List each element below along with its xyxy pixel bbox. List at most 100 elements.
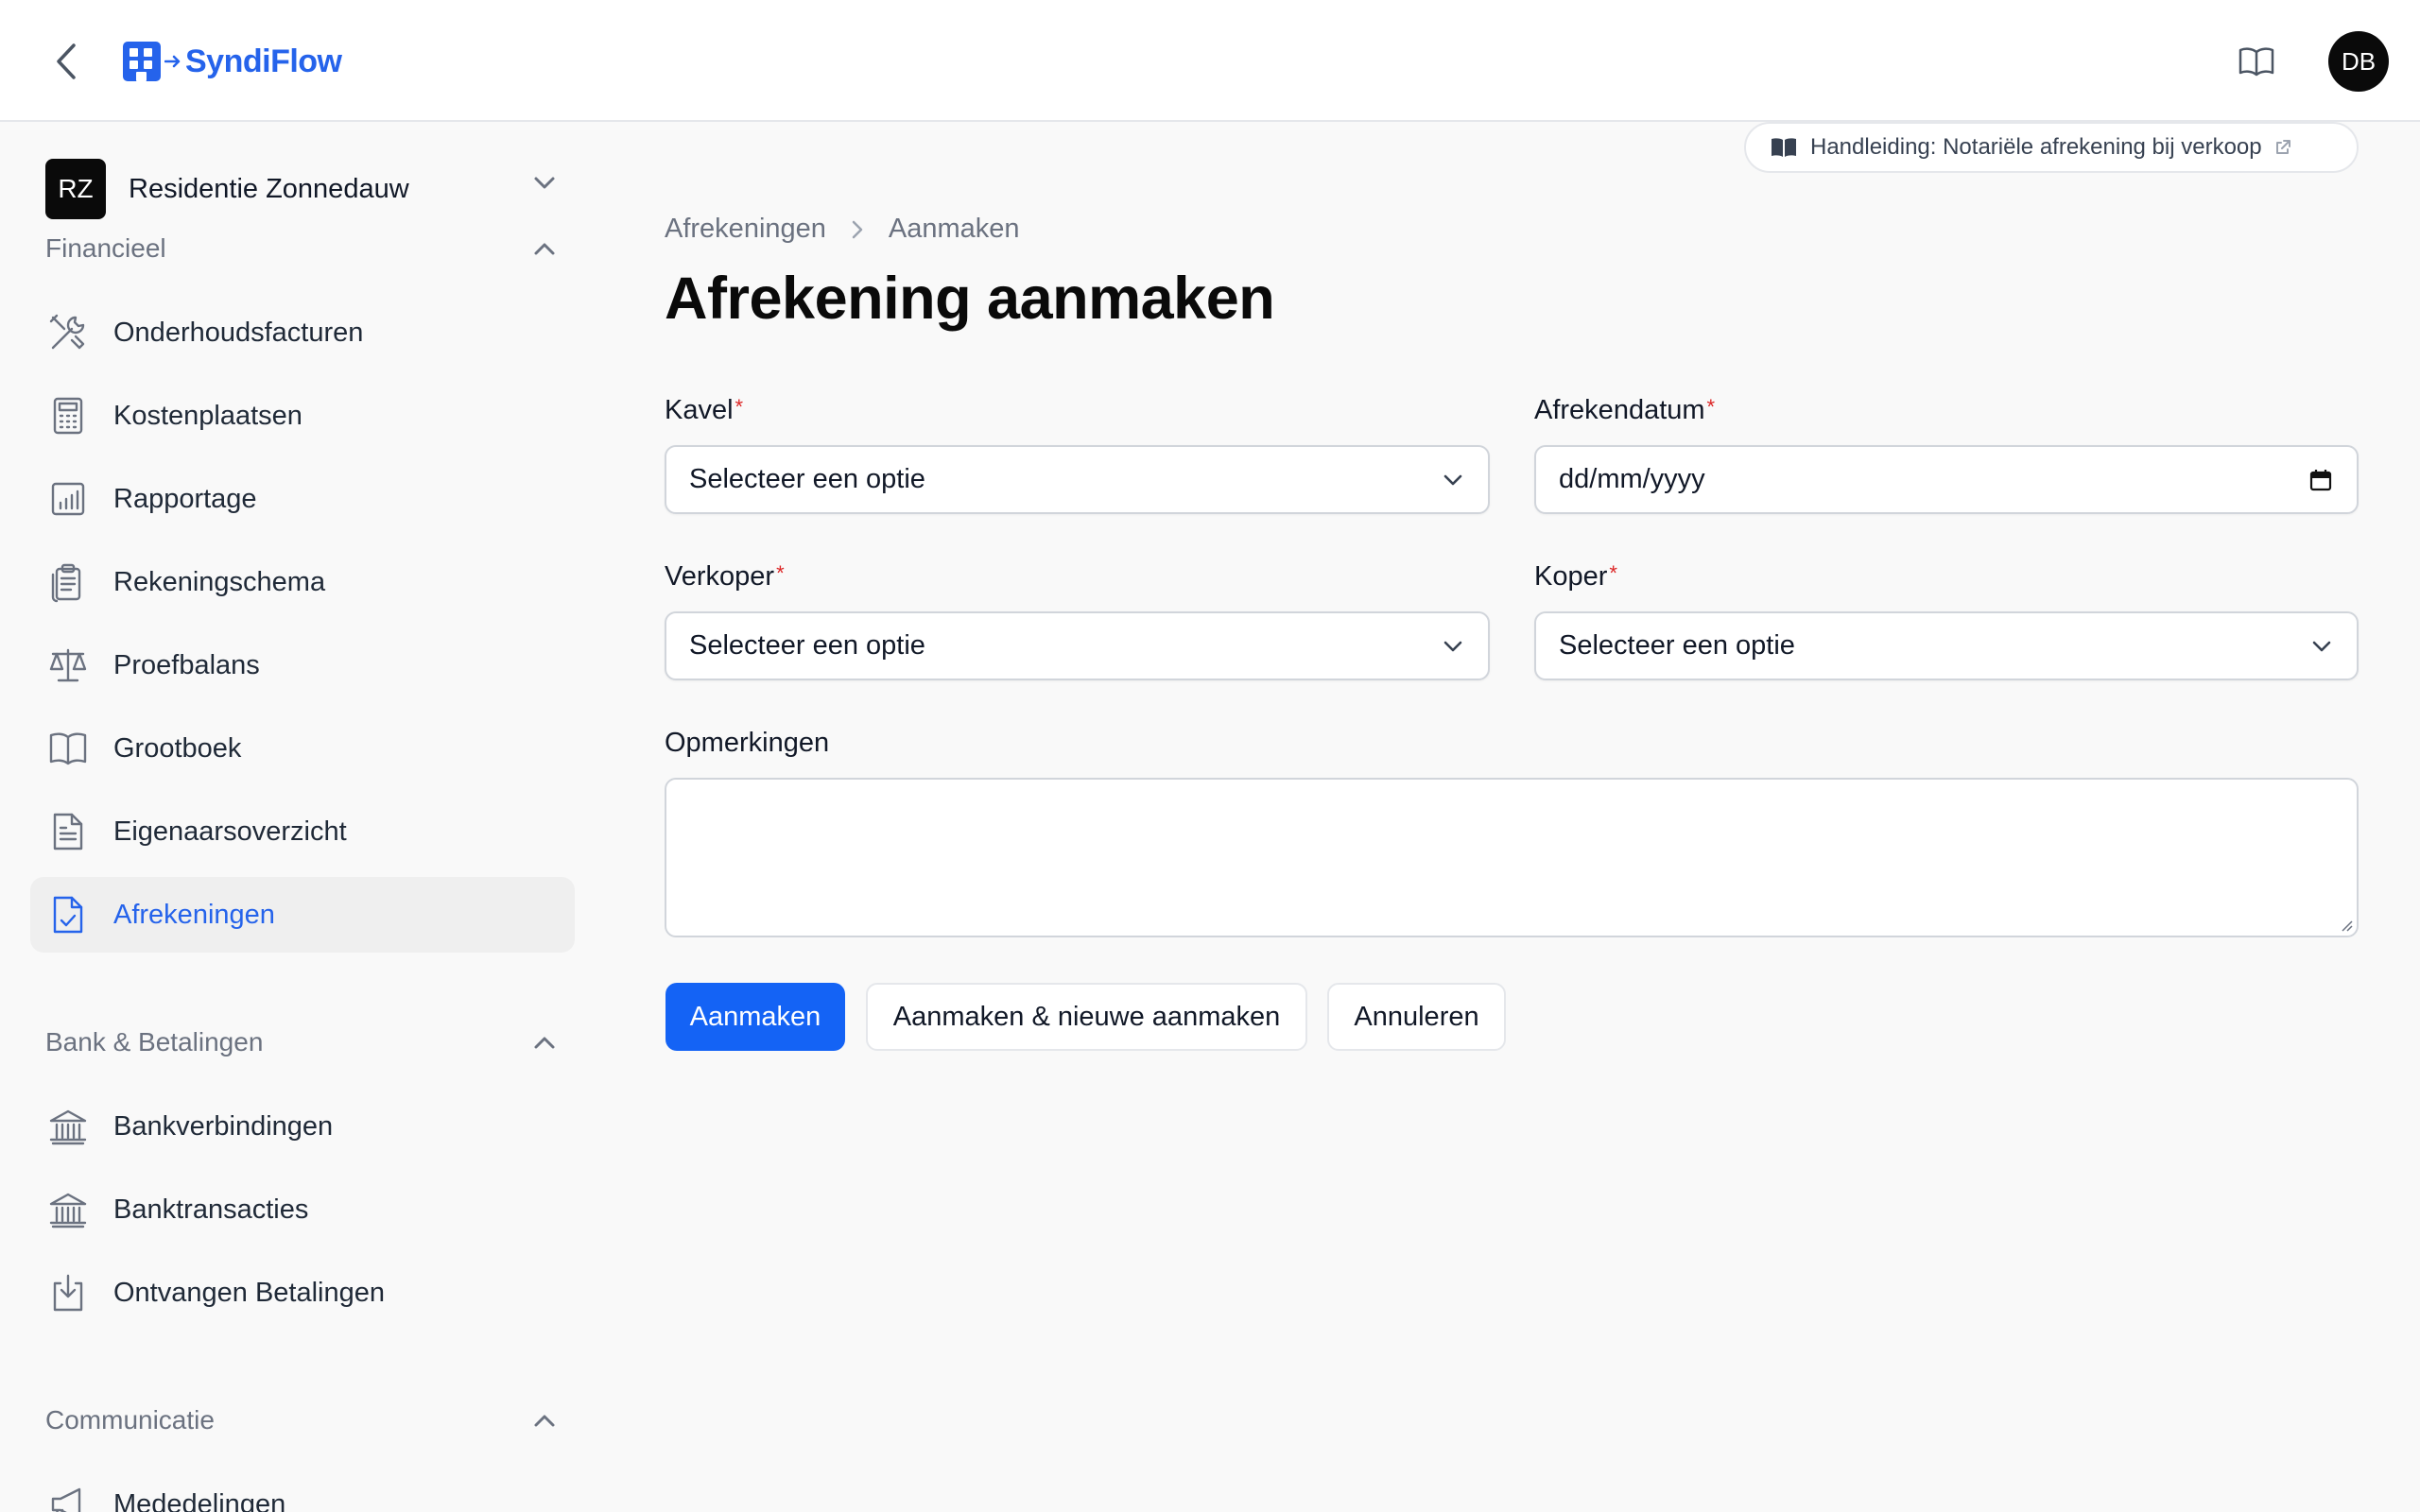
required-marker: * <box>735 395 744 419</box>
user-avatar[interactable]: DB <box>2328 31 2389 92</box>
chevron-down-icon <box>2312 641 2331 651</box>
cancel-button[interactable]: Annuleren <box>1327 983 1506 1051</box>
verkoper-label: Verkoper* <box>665 561 785 593</box>
tenant-badge: RZ <box>45 159 106 219</box>
tenant-switcher[interactable]: RZ Residentie Zonnedauw <box>45 159 556 219</box>
breadcrumb-current: Aanmaken <box>888 214 1020 244</box>
external-link-icon <box>2275 140 2290 154</box>
app-logo[interactable]: SyndiFlow <box>123 42 342 81</box>
calendar-button[interactable] <box>2309 469 2332 491</box>
calculator-icon <box>47 395 89 437</box>
sidebar-item-label: Banktransacties <box>113 1194 309 1225</box>
sidebar-item-banktransacties[interactable]: Banktransacties <box>30 1172 575 1247</box>
nav-group-label: Communicatie <box>45 1405 215 1435</box>
verkoper-select-value: Selecteer een optie <box>689 630 925 661</box>
create-and-new-button[interactable]: Aanmaken & nieuwe aanmaken <box>866 983 1307 1051</box>
calendar-icon <box>2309 469 2332 490</box>
breadcrumb-parent-link[interactable]: Afrekeningen <box>665 214 826 245</box>
document-icon <box>47 811 89 852</box>
koper-select[interactable]: Selecteer een optie <box>1534 611 2359 680</box>
koper-label-text: Koper <box>1534 561 1608 592</box>
create-button[interactable]: Aanmaken <box>666 983 845 1051</box>
sidebar-item-label: Ontvangen Betalingen <box>113 1277 385 1308</box>
afrekendatum-input[interactable]: dd/mm/yyyy <box>1534 445 2359 514</box>
bank-icon <box>47 1106 89 1147</box>
sidebar-item-proefbalans[interactable]: Proefbalans <box>30 627 575 703</box>
tools-icon <box>47 312 89 353</box>
book-icon <box>1772 138 1796 157</box>
sidebar-item-label: Onderhoudsfacturen <box>113 317 364 348</box>
bank-icon <box>47 1189 89 1230</box>
arrow-right-icon <box>164 55 181 68</box>
sidebar-item-mededelingen[interactable]: Mededelingen <box>30 1467 575 1512</box>
document-check-icon <box>47 894 89 936</box>
required-marker: * <box>1706 395 1716 419</box>
sidebar-item-bankverbindingen[interactable]: Bankverbindingen <box>30 1089 575 1164</box>
megaphone-icon <box>47 1484 89 1512</box>
sidebar-item-label: Kostenplaatsen <box>113 400 302 431</box>
sidebar-item-eigenaarsoverzicht[interactable]: Eigenaarsoverzicht <box>30 794 575 869</box>
sidebar-item-rekeningschema[interactable]: Rekeningschema <box>30 544 575 620</box>
nav-group-label: Bank & Betalingen <box>45 1027 264 1057</box>
afrekendatum-label: Afrekendatum* <box>1534 395 1715 426</box>
book-open-icon <box>47 728 89 769</box>
sidebar-item-grootboek[interactable]: Grootboek <box>30 711 575 786</box>
clipboard-icon <box>47 561 89 603</box>
sidebar-item-label: Grootboek <box>113 732 242 764</box>
sidebar-item-onderhoudsfacturen[interactable]: Onderhoudsfacturen <box>30 295 575 370</box>
koper-select-value: Selecteer een optie <box>1559 630 1795 661</box>
verkoper-select[interactable]: Selecteer een optie <box>665 611 1490 680</box>
brand-name: SyndiFlow <box>185 43 342 79</box>
sidebar-item-label: Proefbalans <box>113 649 260 680</box>
nav-group-communicatie[interactable]: Communicatie <box>45 1401 556 1439</box>
chevron-up-icon <box>534 1037 555 1049</box>
download-icon <box>47 1272 89 1314</box>
tenant-name: Residentie Zonnedauw <box>129 173 409 204</box>
guide-link[interactable]: Handleiding: Notariële afrekening bij ve… <box>1744 122 2359 173</box>
nav-group-financieel[interactable]: Financieel <box>45 230 556 267</box>
opmerkingen-textarea[interactable] <box>665 778 2359 937</box>
afrekendatum-value: dd/mm/yyyy <box>1559 464 1705 494</box>
sidebar-item-label: Mededelingen <box>113 1488 286 1512</box>
koper-label: Koper* <box>1534 561 1617 593</box>
guide-label: Handleiding: Notariële afrekening bij ve… <box>1810 134 2262 160</box>
back-button[interactable] <box>47 40 85 83</box>
documentation-button[interactable] <box>2237 42 2276 81</box>
page-title: Afrekening aanmaken <box>665 266 1275 332</box>
sidebar-item-rapportage[interactable]: Rapportage <box>30 461 575 537</box>
afrekendatum-label-text: Afrekendatum <box>1534 395 1705 425</box>
top-bar: SyndiFlow DB <box>0 0 2420 122</box>
chevron-left-icon <box>57 43 76 79</box>
nav-group-bank-betalingen[interactable]: Bank & Betalingen <box>45 1023 556 1061</box>
sidebar-item-kostenplaatsen[interactable]: Kostenplaatsen <box>30 378 575 454</box>
sidebar-item-label: Bankverbindingen <box>113 1110 334 1142</box>
required-marker: * <box>1609 561 1617 585</box>
chevron-down-icon <box>1443 474 1462 485</box>
scale-icon <box>47 644 89 686</box>
sidebar: RZ Residentie Zonnedauw Financieel Onder… <box>0 124 605 1512</box>
sidebar-item-ontvangen-betalingen[interactable]: Ontvangen Betalingen <box>30 1255 575 1331</box>
sidebar-item-label: Rekeningschema <box>113 566 326 597</box>
chevron-down-icon <box>534 177 555 189</box>
chevron-up-icon <box>534 1415 555 1427</box>
book-open-icon <box>2238 47 2274 77</box>
required-marker: * <box>776 561 785 585</box>
nav-group-label: Financieel <box>45 233 166 263</box>
sidebar-item-label: Rapportage <box>113 483 257 514</box>
chevron-right-icon <box>851 219 864 240</box>
kavel-select-value: Selecteer een optie <box>689 464 925 494</box>
kavel-label: Kavel* <box>665 395 743 426</box>
resize-handle-icon[interactable] <box>2338 917 2353 932</box>
verkoper-label-text: Verkoper <box>665 561 775 592</box>
kavel-label-text: Kavel <box>665 395 734 425</box>
kavel-select[interactable]: Selecteer een optie <box>665 445 1490 514</box>
sidebar-item-label: Eigenaarsoverzicht <box>113 816 347 847</box>
building-logo-icon <box>123 42 161 81</box>
sidebar-item-label: Afrekeningen <box>113 899 275 930</box>
chart-icon <box>47 478 89 520</box>
chevron-down-icon <box>1443 641 1462 651</box>
breadcrumb: Afrekeningen Aanmaken <box>665 214 1020 245</box>
sidebar-item-afrekeningen[interactable]: Afrekeningen <box>30 877 575 953</box>
chevron-up-icon <box>534 243 555 255</box>
opmerkingen-label: Opmerkingen <box>665 728 830 758</box>
